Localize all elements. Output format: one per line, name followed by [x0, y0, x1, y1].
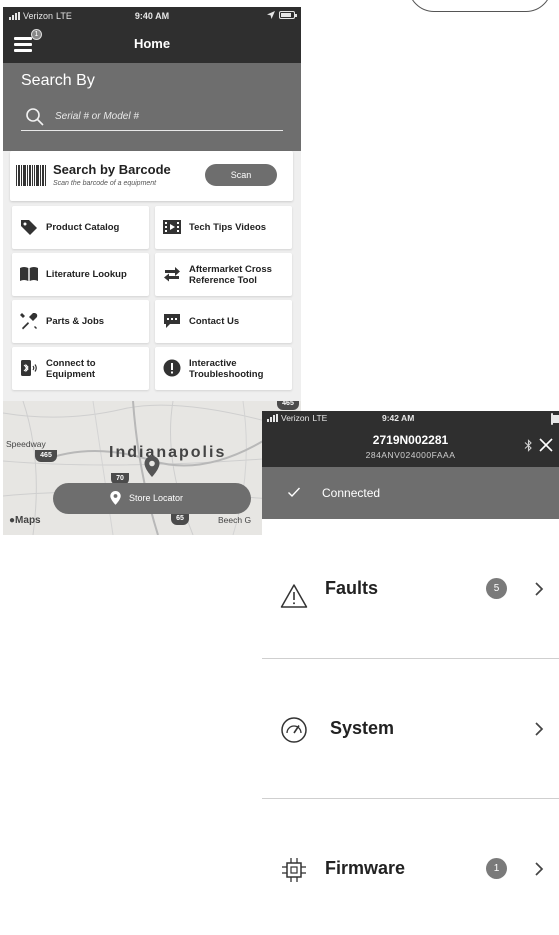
map-pin-icon [144, 456, 160, 477]
film-icon [163, 220, 181, 234]
system-label: System [330, 718, 395, 738]
map-label-beech: Beech G [218, 515, 252, 525]
tag-icon [21, 220, 37, 235]
status-bar: Verizon LTE 9:40 AM [3, 7, 301, 27]
battery-icon [551, 413, 559, 425]
location-pin-icon [110, 491, 121, 505]
tile-parts-and-jobs[interactable]: Parts & Jobs [12, 300, 149, 343]
tile-interactive-troubleshooting[interactable]: Interactive Troubleshooting [155, 347, 292, 390]
tile-label: Product Catalog [46, 222, 120, 233]
gauge-icon [281, 717, 307, 743]
firmware-count-badge: 1 [486, 858, 507, 879]
model-number: 284ANV024000FAAA [365, 450, 456, 460]
search-by-label: Search By [21, 72, 95, 89]
barcode-subtitle: Scan the barcode of a equipment [53, 180, 157, 187]
map-view[interactable]: Speedway Indianapolis 465 465 70 65 ●Map… [3, 401, 301, 535]
maps-attribution: ●Maps [9, 515, 41, 526]
search-by-barcode-card[interactable]: Search by Barcode Scan the barcode of a … [10, 151, 293, 201]
chevron-right-icon [535, 862, 544, 876]
swap-arrows-icon [164, 267, 180, 282]
checkmark-icon [288, 487, 301, 498]
map-label-speedway: Speedway [6, 439, 46, 449]
maps-label: Maps [15, 515, 41, 526]
tile-label: Tech Tips Videos [189, 222, 267, 233]
page-title: Home [133, 36, 171, 51]
carrier-name: Verizon [281, 413, 310, 423]
list-item-firmware[interactable]: Firmware 1 [262, 799, 559, 935]
menu-area: Search by Barcode Scan the barcode of a … [3, 151, 301, 401]
bluetooth-icon [524, 439, 532, 452]
tile-contact-us[interactable]: Contact Us [155, 300, 292, 343]
search-input[interactable] [55, 107, 275, 125]
equipment-header: 2719N002281 284ANV024000FAAA [262, 425, 559, 467]
faults-count-badge: 5 [486, 578, 507, 599]
list-item-faults[interactable]: Faults 5 [262, 519, 559, 659]
chevron-right-icon [535, 722, 544, 736]
signal-icon [267, 414, 278, 422]
search-icon [26, 108, 44, 126]
barcode-title: Search by Barcode [53, 162, 171, 177]
tile-aftermarket-cross-reference[interactable]: Aftermarket Cross Reference Tool [155, 253, 292, 296]
highway-shield: 465 [277, 401, 299, 410]
chat-icon [164, 314, 180, 328]
screenshot-canvas: Verizon LTE 9:40 AM 1 Home Search By Ser… [0, 0, 559, 935]
bluetooth-phone-icon [21, 360, 37, 376]
scan-button[interactable]: Scan [205, 164, 277, 186]
alert-circle-icon [163, 359, 181, 377]
warning-triangle-icon [280, 584, 308, 608]
tile-connect-to-equipment[interactable]: Connect to Equipment [12, 347, 149, 390]
tools-icon [20, 313, 38, 330]
faults-label: Faults [325, 578, 379, 598]
network-type: LTE [312, 413, 328, 423]
firmware-label: Firmware [325, 858, 406, 878]
tile-label: Connect to Equipment [46, 357, 96, 380]
tile-literature-lookup[interactable]: Literature Lookup [12, 253, 149, 296]
book-icon [20, 267, 38, 281]
chevron-right-icon [535, 582, 544, 596]
search-section: Search By [3, 63, 301, 151]
home-screen: Verizon LTE 9:40 AM 1 Home Search By Ser… [3, 7, 301, 535]
nav-bar: 1 Home [3, 27, 301, 63]
status-time: 9:42 AM [382, 413, 415, 423]
battery-icon [279, 11, 297, 19]
connected-label: Connected [322, 486, 381, 500]
tile-label: Parts & Jobs [46, 316, 105, 327]
status-right [267, 11, 297, 19]
connection-status-bar: Connected [262, 467, 559, 519]
close-icon[interactable] [538, 437, 554, 453]
status-bar: Verizon LTE 9:42 AM [262, 411, 559, 425]
list-item-system[interactable]: System [262, 659, 559, 799]
highway-shield: 465 [35, 450, 57, 462]
equipment-screen: Verizon LTE 9:42 AM 2719N002281 284ANV02… [262, 411, 559, 935]
store-locator-label: Store Locator [129, 493, 184, 503]
tile-label: Contact Us [189, 316, 240, 327]
location-arrow-icon [267, 11, 275, 19]
status-time: 9:40 AM [134, 11, 170, 21]
barcode-icon [16, 165, 46, 186]
decorative-oval [408, 0, 552, 12]
tile-label: Interactive Troubleshooting [189, 357, 264, 380]
tile-tech-tips-videos[interactable]: Tech Tips Videos [155, 206, 292, 249]
tile-label: Literature Lookup [46, 269, 127, 280]
tile-product-catalog[interactable]: Product Catalog [12, 206, 149, 249]
serial-number: 2719N002281 [372, 433, 449, 447]
chip-icon [282, 858, 306, 882]
store-locator-button[interactable]: Store Locator [53, 483, 251, 514]
carrier-info: Verizon LTE [267, 413, 327, 423]
search-field [21, 103, 283, 131]
highway-shield: 65 [171, 513, 189, 525]
map-label-city: Indianapolis [109, 444, 227, 461]
status-right [551, 413, 559, 425]
tile-label: Aftermarket Cross Reference Tool [189, 263, 272, 286]
